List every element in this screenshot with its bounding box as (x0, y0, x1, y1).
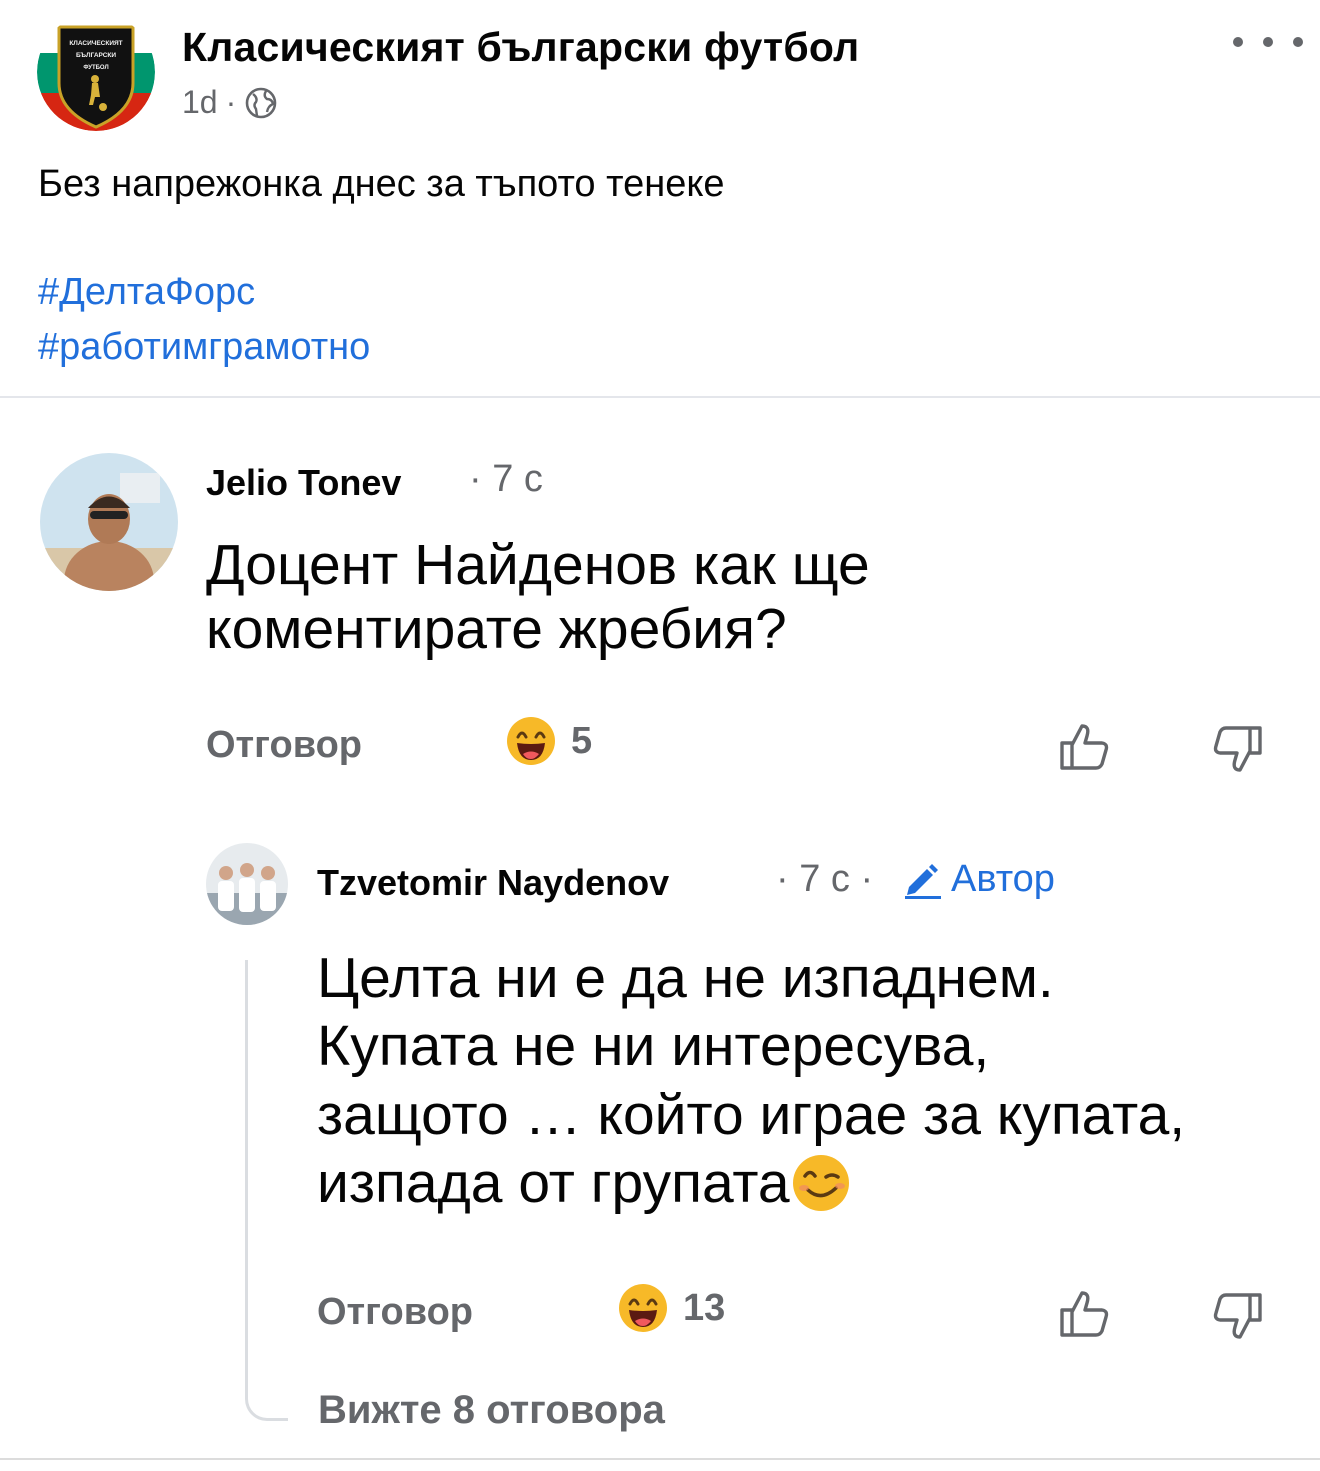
profile-photo (40, 453, 178, 591)
post-meta: 1d · (182, 84, 278, 121)
comment-line: Целта ни е да не изпаднем. (317, 946, 1054, 1010)
thumbs-up-icon[interactable] (1056, 1285, 1112, 1341)
post-time[interactable]: 1d (182, 84, 218, 121)
thumbs-up-icon[interactable] (1056, 718, 1112, 774)
profile-photo (206, 843, 288, 925)
more-horizontal-icon[interactable] (1228, 34, 1308, 50)
page-avatar[interactable]: КЛАСИЧЕСКИЯТ БЪЛГАРСКИ ФУТБОЛ (37, 13, 155, 131)
comment-line-with-emoji: изпада от групата (317, 1149, 1185, 1217)
reply-button[interactable]: Отговор (206, 724, 362, 767)
view-replies-link[interactable]: Вижте 8 отговора (318, 1388, 665, 1433)
author-badge: Автор (903, 858, 1055, 901)
post-divider (0, 396, 1320, 398)
comment-author[interactable]: Jelio Tonev (206, 462, 401, 504)
logo-text-line-2: БЪЛГАРСКИ (76, 52, 116, 59)
comment-line: коментирате жребия? (206, 597, 787, 662)
laughing-emoji (619, 1284, 667, 1332)
post-header: КЛАСИЧЕСКИЯТ БЪЛГАРСКИ ФУТБОЛ Класически… (0, 0, 1320, 140)
winking-emoji (792, 1155, 849, 1212)
avatar-jelio-tonev[interactable] (40, 453, 178, 591)
comment-text: Доцент Найденов как ще коментирате жреби… (206, 533, 870, 662)
logo-text-line-1: КЛАСИЧЕСКИЯТ (69, 40, 122, 47)
comment-line: защото … който играе за купата, (317, 1082, 1186, 1147)
laughing-emoji (507, 717, 555, 765)
hashtag-deltaforce[interactable]: #ДелтаФорс (38, 271, 255, 314)
logo-text-line-3: ФУТБОЛ (83, 65, 108, 71)
page-logo-icon: КЛАСИЧЕСКИЯТ БЪЛГАРСКИ ФУТБОЛ (37, 13, 155, 131)
comment-line: изпада от групата (317, 1151, 790, 1216)
post-text: Без напрежонка днес за тъпото тенеке (38, 163, 725, 205)
reaction-count: 5 (571, 719, 593, 762)
thumbs-down-icon[interactable] (1210, 722, 1266, 778)
comment-time: · 7 с (469, 458, 543, 500)
author-badge-label: Автор (951, 858, 1055, 900)
reaction-summary[interactable]: 13 (617, 1282, 725, 1334)
avatar-tzvetomir-naydenov[interactable] (206, 843, 288, 925)
comment-line: Доцент Найденов как ще (206, 533, 870, 597)
thumbs-down-icon[interactable] (1210, 1289, 1266, 1345)
comment-text: Целта ни е да не изпаднем. Купата не ни … (317, 944, 1185, 1218)
meta-separator: · (225, 84, 237, 120)
reaction-count: 13 (683, 1286, 726, 1329)
reaction-summary[interactable]: 5 (505, 715, 592, 767)
hashtag-rabotimgramotno[interactable]: #работимграмотно (38, 326, 370, 369)
bottom-divider (0, 1458, 1320, 1460)
comment-line: Купата не ни интересува, (317, 1014, 990, 1079)
comment-time: · 7 с · (776, 858, 874, 900)
page-name[interactable]: Класическият български футбол (182, 24, 859, 71)
pencil-icon (905, 863, 941, 899)
thread-line (245, 960, 288, 1421)
globe-icon (245, 87, 277, 118)
comment-author[interactable]: Tzvetomir Naydenov (317, 862, 669, 904)
reply-button[interactable]: Отговор (317, 1291, 473, 1334)
